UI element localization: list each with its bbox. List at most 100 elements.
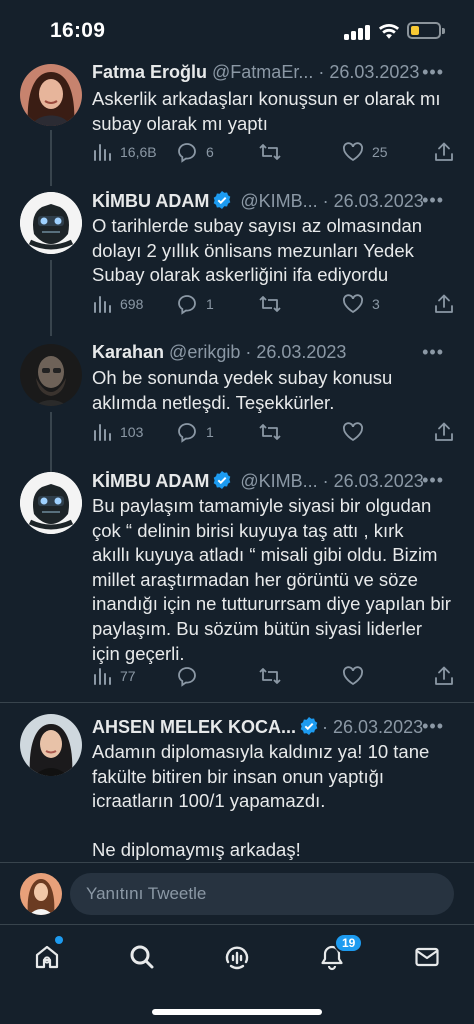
tweet-text: Adamın diplomasıyla kaldınız ya! 10 tane…: [92, 741, 430, 861]
tweet[interactable]: KİMBU ADAM @KIMB... · 26.03.2023 ••• O t…: [0, 186, 474, 336]
status-time: 16:09: [50, 19, 106, 42]
reply-count: 6: [206, 144, 214, 160]
more-options-icon[interactable]: •••: [422, 716, 444, 737]
like-button[interactable]: 25: [342, 140, 388, 164]
tweet-text: Oh be sonunda yedek subay konusu aklımda…: [92, 367, 393, 413]
thread-line: [50, 130, 52, 186]
home-icon: [35, 945, 59, 969]
avatar[interactable]: [20, 714, 82, 776]
tweet-actions: 103 1: [92, 420, 462, 444]
tweet-header: Karahan @erikgib · 26.03.2023: [92, 342, 347, 362]
tweet-date: 26.03.2023: [333, 191, 424, 211]
share-button[interactable]: [434, 140, 454, 164]
retweet-button[interactable]: [258, 420, 282, 444]
retweet-icon: [259, 296, 281, 312]
status-bar: 16:09: [0, 0, 474, 60]
tweet-date: 26.03.2023: [333, 471, 424, 491]
retweet-button[interactable]: [258, 664, 282, 688]
thread-line: [50, 260, 52, 336]
reply-button[interactable]: 6: [176, 140, 214, 164]
tab-spaces[interactable]: [217, 937, 257, 977]
author-handle[interactable]: @KIMB...: [240, 191, 317, 211]
tweet[interactable]: Karahan @erikgib · 26.03.2023 ••• Oh be …: [0, 338, 474, 472]
share-button[interactable]: [434, 664, 454, 688]
reply-input[interactable]: Yanıtını Tweetle: [70, 873, 454, 915]
retweet-button[interactable]: [258, 140, 290, 164]
share-icon: [435, 294, 453, 313]
more-options-icon[interactable]: •••: [422, 62, 444, 83]
tweet[interactable]: AHSEN MELEK KOCA... · 26.03.2023 ••• Adam…: [0, 706, 474, 862]
views-button[interactable]: 698: [92, 292, 143, 316]
more-options-icon[interactable]: •••: [422, 342, 444, 363]
tweet-header: Fatma Eroğlu @FatmaEr... · 26.03.2023: [92, 62, 420, 82]
like-button[interactable]: [342, 420, 364, 444]
like-button[interactable]: [342, 664, 364, 688]
more-options-icon[interactable]: •••: [422, 190, 444, 211]
views-count: 103: [120, 424, 144, 440]
reply-icon: [178, 143, 196, 163]
user-avatar[interactable]: [20, 873, 62, 915]
views-icon: [94, 144, 111, 161]
author-handle[interactable]: @erikgib: [169, 342, 240, 362]
author-name[interactable]: KİMBU ADAM: [92, 471, 209, 491]
reply-count: 1: [206, 424, 214, 440]
retweet-button[interactable]: [258, 292, 290, 316]
author-name[interactable]: KİMBU ADAM: [92, 191, 209, 211]
views-icon: [94, 296, 111, 313]
tweet-actions: 698 1 3: [92, 292, 462, 316]
reply-bar: Yanıtını Tweetle: [0, 862, 474, 924]
tweet-text: Askerlik arkadaşları konuşsun er olarak …: [92, 88, 441, 134]
share-button[interactable]: [434, 292, 454, 316]
tweet-header: AHSEN MELEK KOCA... · 26.03.2023: [92, 717, 424, 737]
spaces-icon: [225, 946, 249, 970]
reply-icon: [178, 423, 196, 443]
like-button[interactable]: 3: [342, 292, 380, 316]
avatar[interactable]: [20, 64, 82, 126]
reply-icon: [178, 667, 196, 687]
avatar[interactable]: [20, 344, 82, 406]
tab-search[interactable]: [122, 937, 162, 977]
avatar[interactable]: [20, 192, 82, 254]
tweet-text: O tarihlerde subay sayısı az olmasından …: [92, 215, 423, 286]
tweet-date: 26.03.2023: [256, 342, 347, 362]
author-name[interactable]: AHSEN MELEK KOCA...: [92, 717, 296, 737]
views-button[interactable]: 77: [92, 664, 136, 688]
verified-badge-icon: [300, 717, 318, 735]
reply-button[interactable]: 1: [176, 420, 214, 444]
retweet-icon: [259, 144, 281, 160]
views-button[interactable]: 16,6B: [92, 140, 157, 164]
views-count: 16,6B: [120, 144, 157, 160]
heart-icon: [343, 294, 363, 314]
author-name[interactable]: Fatma Eroğlu: [92, 62, 207, 82]
share-icon: [435, 142, 453, 161]
tweet-date: 26.03.2023: [329, 62, 420, 82]
tweet[interactable]: KİMBU ADAM @KIMB... · 26.03.2023 ••• Bu …: [0, 466, 474, 696]
reply-button[interactable]: 1: [176, 292, 214, 316]
tweet-date: 26.03.2023: [333, 717, 424, 737]
tab-messages[interactable]: [407, 937, 447, 977]
more-options-icon[interactable]: •••: [422, 470, 444, 491]
views-icon: [94, 668, 111, 685]
search-icon: [130, 945, 154, 969]
author-handle[interactable]: @KIMB...: [240, 471, 317, 491]
heart-icon: [343, 422, 363, 442]
tweet-actions: 16,6B 6 25: [92, 140, 462, 164]
tweet-text: Bu paylaşım tamamiyle siyasi bir olgudan…: [92, 495, 451, 664]
author-name[interactable]: Karahan: [92, 342, 164, 362]
share-icon: [435, 666, 453, 685]
share-button[interactable]: [434, 420, 454, 444]
share-icon: [435, 422, 453, 441]
avatar[interactable]: [20, 472, 82, 534]
notification-badge: 19: [334, 933, 364, 953]
author-handle[interactable]: @FatmaEr...: [212, 62, 313, 82]
views-count: 698: [120, 296, 144, 312]
notification-dot: [55, 936, 63, 944]
tweet[interactable]: Fatma Eroğlu @FatmaEr... · 26.03.2023 ••…: [0, 60, 474, 186]
battery-icon: [407, 22, 445, 39]
views-button[interactable]: 103: [92, 420, 143, 444]
reply-button[interactable]: [176, 664, 198, 688]
wifi-icon: [378, 23, 400, 39]
verified-badge-icon: [214, 191, 231, 209]
thread-line: [50, 412, 52, 472]
like-count: 25: [372, 144, 388, 160]
